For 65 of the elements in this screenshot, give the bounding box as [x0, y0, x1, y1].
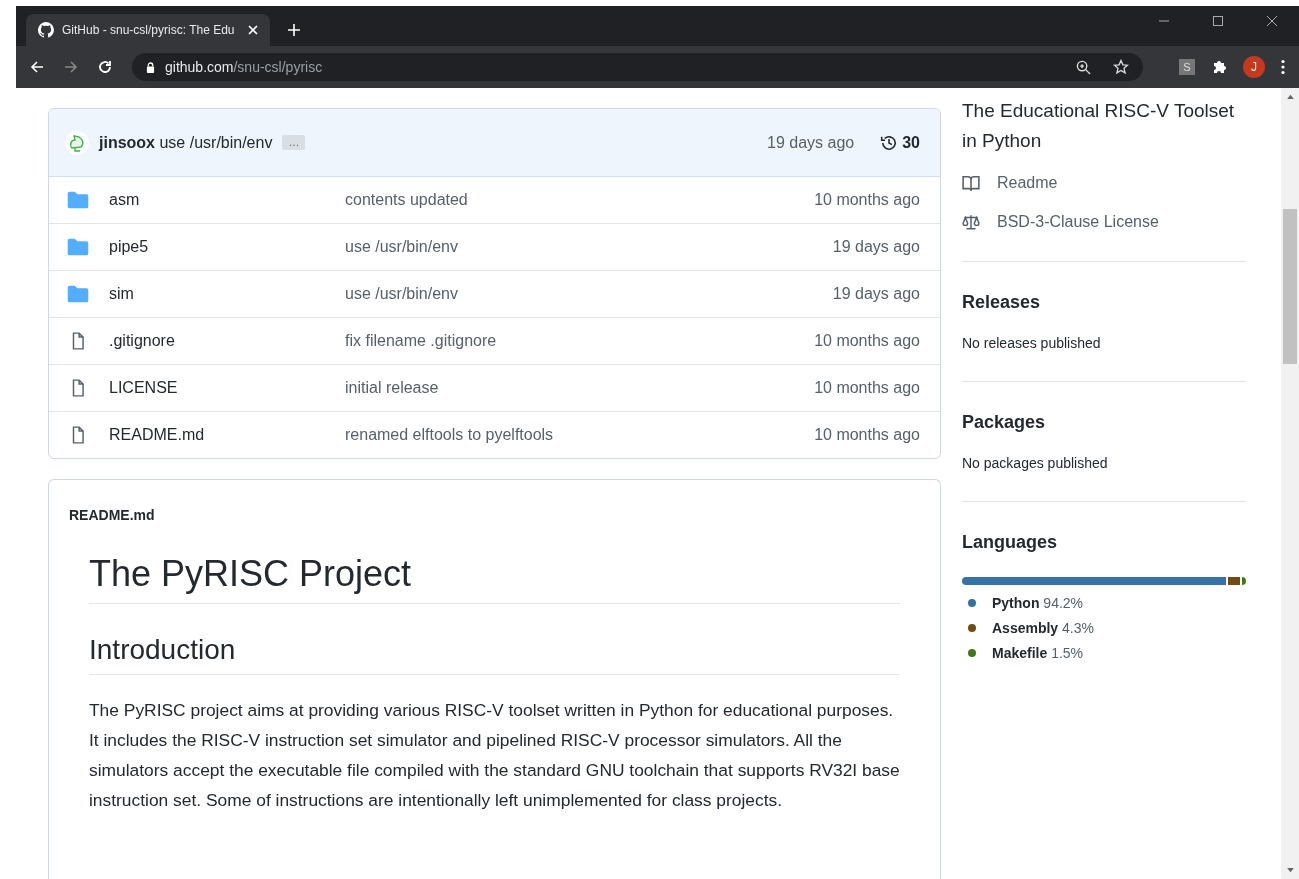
folder-icon — [67, 191, 89, 209]
readme-filename: README.md — [68, 506, 156, 523]
language-link[interactable]: Makefile 1.5% — [992, 645, 1084, 661]
section-heading: Introduction — [89, 634, 900, 675]
folder-icon — [67, 285, 89, 303]
reload-icon[interactable] — [98, 60, 112, 74]
scroll-thumb[interactable] — [1283, 209, 1297, 364]
file-name-link[interactable]: README.md — [109, 426, 345, 444]
plus-icon[interactable] — [288, 24, 300, 36]
menu-icon[interactable] — [1281, 59, 1285, 75]
commit-message: jinsoox use /usr/bin/env — [99, 133, 273, 152]
readme-title: The PyRISC Project — [89, 553, 900, 604]
file-name-link[interactable]: LICENSE — [109, 379, 345, 397]
scroll-down-icon[interactable] — [1286, 868, 1294, 873]
section-note: No packages published — [962, 455, 1109, 471]
scale-icon — [962, 214, 980, 230]
section-title: Languages — [962, 532, 1059, 553]
avatar-icon — [65, 130, 89, 155]
star-icon[interactable] — [1113, 59, 1129, 75]
profile-avatar[interactable]: J — [1243, 56, 1265, 78]
puzzle-icon[interactable] — [1211, 59, 1227, 75]
tab-title: GitHub - snu-csl/pyrisc: The Edu — [62, 23, 236, 37]
sidebar-link[interactable]: BSD-3-Clause License — [997, 213, 1159, 231]
language-link[interactable]: Python 94.2% — [992, 595, 1084, 611]
url-text: github.com/snu-csl/pyrisc — [165, 59, 323, 75]
zoom-icon[interactable] — [1076, 59, 1091, 75]
section-note: No releases published — [962, 335, 1102, 351]
commit-count[interactable]: 30 — [902, 133, 920, 152]
commit-time[interactable]: 19 days ago — [767, 133, 855, 152]
scrollbar[interactable] — [1281, 88, 1299, 879]
maximize-icon[interactable] — [1213, 16, 1223, 26]
address-bar[interactable]: github.com/snu-csl/pyrisc — [132, 53, 1143, 81]
repo-description: The Educational RISC-V Toolset in Python — [962, 99, 1236, 153]
github-logo-icon — [38, 22, 54, 38]
commit-time: 10 months ago — [814, 332, 920, 350]
section-title[interactable]: Releases — [962, 292, 1246, 313]
file-name-link[interactable]: asm — [109, 191, 345, 209]
close-icon[interactable] — [1267, 16, 1277, 26]
file-name-link[interactable]: .gitignore — [109, 332, 345, 350]
commit-time: 19 days ago — [832, 238, 920, 256]
expand-button[interactable]: … — [282, 135, 306, 150]
commit-message-link[interactable]: use /usr/bin/env — [345, 285, 833, 303]
sidebar-link[interactable]: Readme — [997, 174, 1058, 192]
back-arrow-icon[interactable] — [30, 60, 44, 74]
forward-arrow-icon[interactable] — [64, 60, 78, 74]
browser-tab[interactable]: GitHub - snu-csl/pyrisc: The Edu — [26, 14, 270, 46]
commit-time: 10 months ago — [814, 426, 920, 444]
file-name-link[interactable]: pipe5 — [109, 238, 345, 256]
commit-message-link[interactable]: contents updated — [345, 191, 815, 209]
commit-time: 10 months ago — [814, 191, 920, 209]
commit-time: 10 months ago — [814, 379, 920, 397]
scroll-up-icon[interactable] — [1286, 94, 1294, 99]
commit-message-link[interactable]: initial release — [345, 379, 815, 397]
commit-message-link[interactable]: renamed elftools to pyelftools — [345, 426, 815, 444]
readme-paragraph: The PyRISC project aims at providing various RISC-V toolset written in Python for educational purposes. It includes the RISC-V instruction set simulator and pipelined RISC-V processor simulators. All the simulators accept the executable file compiled with the standard GNU toolchain that supports RV32I base instruction set. Some of instructions are intentionally left unimplemented for class projects. — [89, 699, 900, 812]
language-link[interactable]: Assembly 4.3% — [992, 620, 1094, 636]
lock-icon — [146, 61, 155, 73]
history-icon[interactable] — [880, 133, 899, 152]
section-title[interactable]: Packages — [962, 412, 1246, 433]
folder-icon — [67, 238, 89, 256]
commit-time: 19 days ago — [832, 285, 920, 303]
book-icon — [962, 175, 980, 191]
commit-message-link[interactable]: use /usr/bin/env — [345, 238, 833, 256]
commit-message-link[interactable]: fix filename .gitignore — [345, 332, 815, 350]
file-name-link[interactable]: sim — [109, 285, 345, 303]
